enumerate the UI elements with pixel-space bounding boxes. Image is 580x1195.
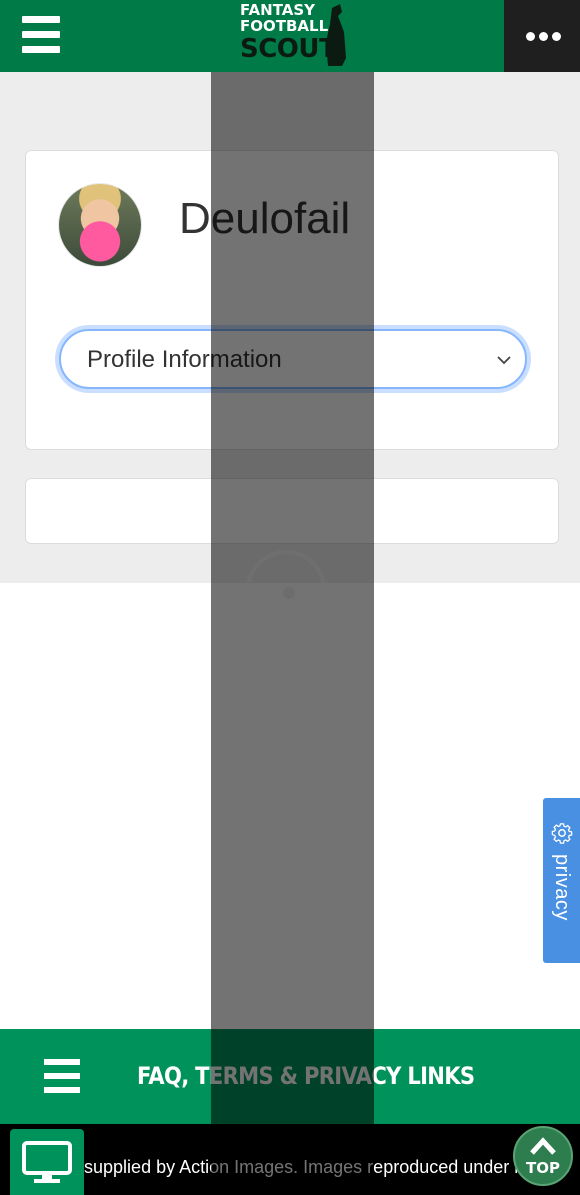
spinner-dot [283,587,295,599]
desktop-icon [22,1141,72,1183]
hamburger-line [22,46,60,53]
main-content: Deulofail Profile Information [0,72,580,583]
hamburger-icon [44,1059,80,1095]
hamburger-line [22,16,60,23]
more-options-button[interactable] [504,0,580,72]
site-logo[interactable]: FANTASY FOOTBALL SCOUT [236,0,354,68]
chevron-up-icon [530,1137,556,1155]
back-to-top-label: TOP [526,1159,560,1177]
back-to-top-button[interactable]: TOP [513,1126,573,1186]
profile-card: Deulofail Profile Information [25,150,559,450]
hamburger-line [22,31,60,38]
profile-username: Deulofail [179,194,351,243]
hamburger-menu-icon[interactable] [22,14,60,54]
profile-section-select[interactable]: Profile Information [59,329,527,389]
footer-links-label: FAQ, TERMS & PRIVACY LINKS [137,1062,475,1090]
hamburger-line [44,1073,80,1079]
gear-icon [551,823,573,844]
privacy-settings-tab[interactable]: privacy [543,798,580,963]
logo-text-line2: FOOTBALL [240,17,329,35]
scout-figure-icon [326,4,346,66]
hamburger-line [44,1087,80,1093]
loading-spinner-icon [246,550,326,630]
image-credit-bar: Images supplied by Action Images. Images… [0,1124,580,1195]
profile-content-card [25,478,559,544]
desktop-view-button[interactable] [10,1129,84,1195]
footer-links-bar[interactable]: FAQ, TERMS & PRIVACY LINKS [0,1029,580,1124]
privacy-tab-label: privacy [551,854,573,921]
ellipsis-icon-dot [552,32,561,41]
profile-section-selected-value: Profile Information [87,346,282,373]
ellipsis-icon-dot [526,32,535,41]
chevron-down-icon [497,356,511,365]
image-credit-text: Images supplied by Action Images. Images… [20,1157,571,1177]
top-navigation-bar: FANTASY FOOTBALL SCOUT [0,0,580,72]
hamburger-line [44,1059,80,1065]
user-avatar [59,184,141,266]
ellipsis-icon-dot [539,32,548,41]
